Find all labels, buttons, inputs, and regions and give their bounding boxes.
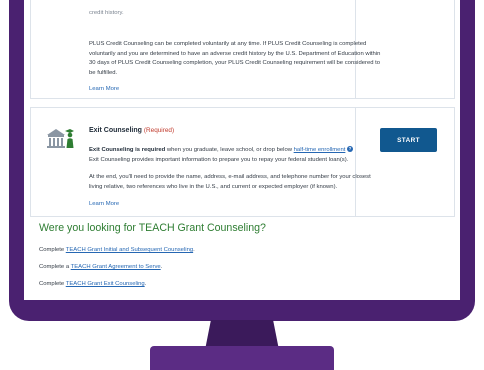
exit-counseling-card: Exit Counseling (Required) Exit Counselin… (30, 107, 455, 217)
exit-counseling-title: Exit Counseling (Required) (89, 127, 174, 134)
requirement-text: when you graduate, leave school, or drop… (165, 147, 294, 153)
requirement-bold: Exit Counseling is required (89, 147, 166, 153)
required-tag: (Required) (143, 127, 175, 134)
teach-agreement-link[interactable]: TEACH Grant Agreement to Serve (71, 264, 161, 270)
teach-heading: Were you looking for TEACH Grant Counsel… (39, 222, 266, 234)
question-circle-icon[interactable]: ? (347, 146, 354, 153)
plus-description: PLUS Credit Counseling can be completed … (89, 41, 381, 76)
half-time-enrollment-link[interactable]: half-time enrollment (294, 147, 346, 153)
teach-item-suffix: . (193, 247, 195, 253)
monitor-stand (150, 346, 334, 370)
teach-item-suffix: . (160, 264, 163, 270)
teach-item: Complete TEACH Grant Exit Counseling. (39, 281, 146, 287)
teach-item-prefix: Complete a (39, 264, 71, 270)
teach-item-prefix: Complete (39, 281, 66, 287)
exit-details: At the end, you'll need to provide the n… (89, 174, 371, 190)
screen: credit history. PLUS Credit Counseling c… (24, 0, 460, 300)
exit-requirement: Exit Counseling is required when you gra… (89, 146, 385, 156)
cutoff-text: credit history. (89, 10, 124, 16)
plus-learn-more-link[interactable]: Learn More (89, 86, 119, 92)
exit-title-text: Exit Counseling (89, 127, 142, 134)
teach-item: Complete TEACH Grant Initial and Subsequ… (39, 247, 195, 253)
teach-exit-counseling-link[interactable]: TEACH Grant Exit Counseling (66, 281, 145, 287)
teach-initial-counseling-link[interactable]: TEACH Grant Initial and Subsequent Couns… (66, 247, 193, 253)
teach-item: Complete a TEACH Grant Agreement to Serv… (39, 264, 162, 270)
start-exit-counseling-button[interactable]: START (380, 128, 437, 152)
graduate-school-icon (47, 129, 74, 148)
exit-learn-more-link[interactable]: Learn More (89, 201, 119, 207)
teach-item-suffix: . (144, 281, 147, 287)
teach-item-prefix: Complete (39, 247, 66, 253)
plus-counseling-card: credit history. PLUS Credit Counseling c… (30, 0, 455, 99)
exit-info: Exit Counseling provides important infor… (89, 157, 349, 163)
